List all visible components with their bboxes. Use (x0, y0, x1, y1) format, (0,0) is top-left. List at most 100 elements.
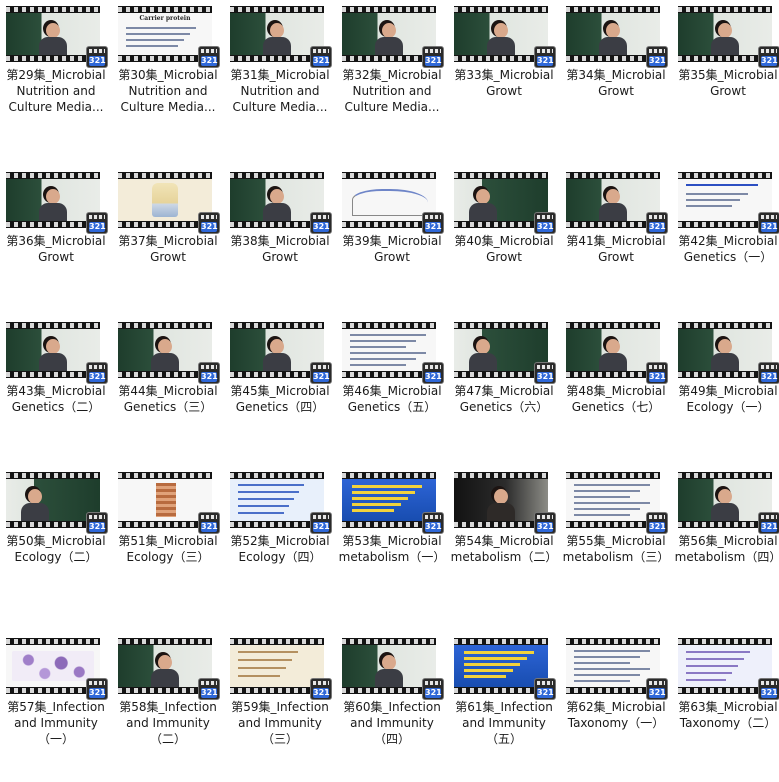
media-player-badge-text: 321 (313, 522, 330, 532)
lecturer-body (469, 203, 497, 221)
video-file-name: 第48集_Microbial Genetics（七） (566, 384, 666, 414)
filmstrip-top (230, 173, 324, 178)
video-file-item[interactable]: 321 第44集_Microbial Genetics（三） (112, 316, 224, 466)
video-file-item[interactable]: 321 第57集_Infection and Immunity（一） (0, 632, 112, 782)
video-file-item[interactable]: 321 第58集_Infection and Immunity（二） (112, 632, 224, 782)
lecturer-figure (150, 655, 180, 687)
slide-text-line (126, 33, 190, 35)
filmstrip-top (342, 323, 436, 328)
lecturer-figure (468, 339, 498, 371)
video-file-item[interactable]: 321 第29集_Microbial Nutrition and Culture … (0, 0, 112, 150)
video-file-item[interactable]: 321 第60集_Infection and Immunity（四） (336, 632, 448, 782)
media-player-321-icon: 321 (646, 212, 668, 234)
video-file-name: 第29集_Microbial Nutrition and Culture Med… (6, 68, 106, 114)
video-file-item[interactable]: 321 第35集_Microbial Growt (672, 0, 779, 150)
slide-text-line (238, 651, 298, 653)
media-player-321-icon: 321 (534, 46, 556, 68)
lecturer-head (718, 489, 732, 504)
media-player-321-icon: 321 (758, 46, 779, 68)
video-file-item[interactable]: 321 第63集_Microbial Taxonomy（二） (672, 632, 779, 782)
slide-text-line (238, 498, 294, 500)
media-player-321-icon: 321 (758, 512, 779, 534)
slide-text-line (464, 663, 520, 666)
video-file-item[interactable]: 321 第33集_Microbial Growt (448, 0, 560, 150)
media-player-321-icon: 321 (86, 212, 108, 234)
lecturer-head (606, 339, 620, 354)
filmstrip-top (678, 173, 772, 178)
slide-text-line (574, 680, 630, 682)
slide-text-line (350, 340, 416, 342)
media-player-321-icon: 321 (86, 46, 108, 68)
media-player-321-icon: 321 (310, 46, 332, 68)
lecturer-head (382, 23, 396, 38)
lecturer-head (46, 339, 60, 354)
video-file-item[interactable]: 321 第37集_Microbial Growt (112, 166, 224, 316)
video-file-item[interactable]: 321 第43集_Microbial Genetics（二） (0, 316, 112, 466)
video-file-name: 第56集_Microbial metabolism（四） (674, 534, 779, 564)
video-file-item[interactable]: 321 第62集_Microbial Taxonomy（一） (560, 632, 672, 782)
slide-text-line (238, 512, 284, 514)
lecturer-figure (710, 489, 740, 521)
slide-text-line (574, 656, 640, 658)
video-file-item[interactable]: 321 第38集_Microbial Growt (224, 166, 336, 316)
video-file-item[interactable]: 321 第34集_Microbial Growt (560, 0, 672, 150)
filmstrip-top (6, 7, 100, 12)
video-file-item[interactable]: Carrier protein 321 第30集_Microbial Nutriti… (112, 0, 224, 150)
slide-text-line (574, 502, 650, 504)
filmstrip-top (342, 7, 436, 12)
video-file-item[interactable]: 321 第42集_Microbial Genetics（一） (672, 166, 779, 316)
video-file-item[interactable]: 321 第48集_Microbial Genetics（七） (560, 316, 672, 466)
lecturer-head (46, 23, 60, 38)
media-player-badge-text: 321 (649, 688, 666, 698)
slide-heading-text: Carrier protein (139, 15, 191, 22)
video-file-name: 第41集_Microbial Growt (566, 234, 666, 264)
video-file-item[interactable]: 321 第32集_Microbial Nutrition and Culture … (336, 0, 448, 150)
video-file-item[interactable]: 321 第36集_Microbial Growt (0, 166, 112, 316)
media-player-321-icon: 321 (86, 362, 108, 384)
video-file-item[interactable]: 321 第45集_Microbial Genetics（四） (224, 316, 336, 466)
media-player-321-icon: 321 (198, 362, 220, 384)
slide-text-line (574, 662, 630, 664)
video-file-item[interactable]: 321 第61集_Infection and Immunity（五） (448, 632, 560, 782)
lecturer-body (599, 203, 627, 221)
slide-text-line (238, 505, 289, 507)
media-player-321-icon: 321 (646, 362, 668, 384)
media-player-321-icon: 321 (86, 512, 108, 534)
video-file-item[interactable]: 321 第49集_Microbial Ecology（一） (672, 316, 779, 466)
video-file-item[interactable]: 321 第51集_Microbial Ecology（三） (112, 466, 224, 616)
video-file-item[interactable]: 321 第39集_Microbial Growt (336, 166, 448, 316)
video-file-item[interactable]: 321 第56集_Microbial metabolism（四） (672, 466, 779, 616)
media-player-badge-text: 321 (649, 372, 666, 382)
media-player-321-icon: 321 (422, 512, 444, 534)
video-file-name: 第30集_Microbial Nutrition and Culture Med… (118, 68, 218, 114)
video-file-item[interactable]: 321 第40集_Microbial Growt (448, 166, 560, 316)
video-file-item[interactable]: 321 第55集_Microbial metabolism（三） (560, 466, 672, 616)
video-file-name: 第49集_Microbial Ecology（一） (678, 384, 778, 414)
lecturer-body (711, 503, 739, 521)
slide-text-line (574, 514, 630, 516)
filmstrip-top (566, 7, 660, 12)
media-player-321-icon: 321 (310, 512, 332, 534)
media-player-badge-text: 321 (537, 372, 554, 382)
video-file-name: 第52集_Microbial Ecology（四） (230, 534, 330, 564)
filmstrip-top (454, 639, 548, 644)
video-file-item[interactable]: 321 第46集_Microbial Genetics（五） (336, 316, 448, 466)
video-file-item[interactable]: 321 第50集_Microbial Ecology（二） (0, 466, 112, 616)
video-file-item[interactable]: 321 第53集_Microbial metabolism（一） (336, 466, 448, 616)
video-file-item[interactable]: 321 第31集_Microbial Nutrition and Culture … (224, 0, 336, 150)
lecturer-figure (262, 339, 292, 371)
lecturer-body (711, 353, 739, 371)
media-player-321-icon: 321 (646, 512, 668, 534)
video-file-item[interactable]: 321 第54集_Microbial metabolism（二） (448, 466, 560, 616)
video-file-item[interactable]: 321 第59集_Infection and Immunity（三） (224, 632, 336, 782)
lecturer-head (718, 339, 732, 354)
video-file-name: 第53集_Microbial metabolism（一） (338, 534, 446, 564)
culture-flask-photo (152, 183, 178, 217)
video-file-item[interactable]: 321 第47集_Microbial Genetics（六） (448, 316, 560, 466)
video-file-item[interactable]: 321 第41集_Microbial Growt (560, 166, 672, 316)
video-file-name: 第61集_Infection and Immunity（五） (455, 700, 553, 746)
video-file-item[interactable]: 321 第52集_Microbial Ecology（四） (224, 466, 336, 616)
video-file-name: 第47集_Microbial Genetics（六） (454, 384, 554, 414)
media-player-badge-text: 321 (761, 222, 778, 232)
filmstrip-top (118, 173, 212, 178)
